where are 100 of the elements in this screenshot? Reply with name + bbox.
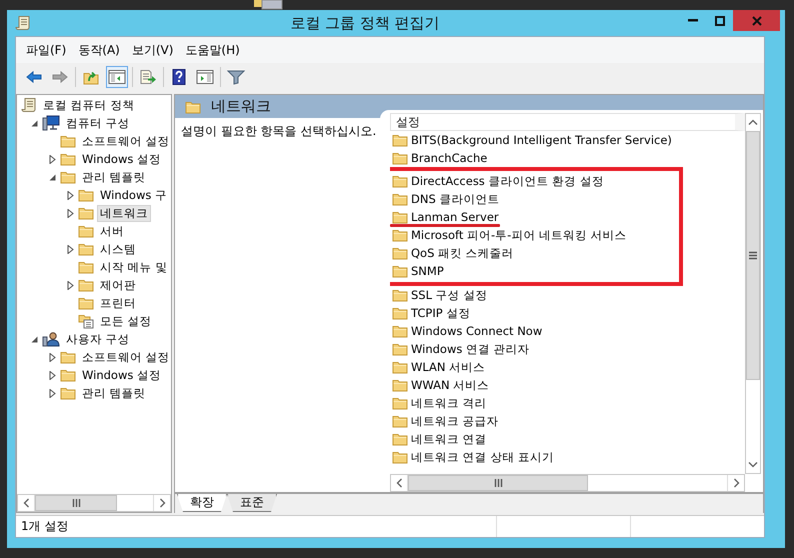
view-tab[interactable]: 표준 — [227, 494, 277, 512]
list-item[interactable]: Windows 연결 관리자 — [390, 340, 530, 358]
tree-item[interactable]: 시스템 — [97, 240, 139, 258]
scroll-left-icon[interactable] — [396, 478, 402, 488]
folder-icon — [60, 134, 76, 148]
folder-icon — [392, 151, 408, 165]
tree-item[interactable]: 소프트웨어 설정 — [79, 348, 171, 366]
list-item[interactable]: 네트워크 연결 상태 표시기 — [390, 448, 554, 466]
settings-folder-icon — [78, 313, 94, 329]
list-item[interactable]: Lanman Server — [390, 208, 499, 226]
list-item[interactable]: WWAN 서비스 — [390, 376, 490, 394]
list-item[interactable]: BITS(Background Intelligent Transfer Service) — [390, 131, 672, 149]
vertical-scrollbar[interactable] — [745, 113, 761, 474]
user-icon — [42, 331, 60, 347]
menu-item[interactable]: 파일(F) — [20, 42, 72, 58]
collapsed-arrow-icon[interactable] — [48, 370, 57, 380]
collapsed-arrow-icon[interactable] — [66, 280, 75, 290]
desktop-icon — [254, 0, 284, 10]
tree-item[interactable]: Windows 설정 — [79, 366, 164, 384]
tree-item[interactable]: 컴퓨터 구성 — [63, 114, 133, 132]
folder-icon — [60, 170, 76, 184]
tree-item[interactable]: 서버 — [97, 222, 127, 240]
list-item[interactable]: 네트워크 공급자 — [390, 412, 499, 430]
list-item[interactable]: TCPIP 설정 — [390, 304, 470, 322]
list-export-icon — [139, 69, 157, 85]
scroll-left-icon[interactable] — [22, 498, 30, 508]
help-icon — [171, 69, 187, 85]
folder-icon — [60, 152, 76, 166]
list-item[interactable]: Microsoft 피어-투-피어 네트워킹 서비스 — [390, 226, 627, 244]
folder-icon — [392, 414, 408, 428]
list-item[interactable]: BranchCache — [390, 149, 488, 167]
pane-icon — [196, 69, 214, 85]
folder-icon — [392, 133, 408, 147]
grip-icon — [72, 499, 80, 507]
tree-item[interactable]: 관리 템플릿 — [79, 168, 149, 186]
scroll-down-icon[interactable] — [748, 461, 758, 468]
folder-icon — [78, 260, 94, 274]
folder-icon — [392, 342, 408, 356]
collapsed-arrow-icon[interactable] — [48, 388, 57, 398]
list-item[interactable]: Windows Connect Now — [390, 322, 542, 340]
folder-icon — [392, 192, 408, 206]
folder-icon — [392, 306, 408, 320]
maximize-icon — [714, 16, 724, 26]
expanded-arrow-icon[interactable] — [48, 172, 57, 182]
list-item[interactable]: DNS 클라이언트 — [390, 190, 500, 208]
menu-item[interactable]: 보기(V) — [126, 42, 180, 58]
list-item[interactable]: 네트워크 격리 — [390, 394, 487, 412]
collapsed-arrow-icon[interactable] — [66, 208, 75, 218]
close-button[interactable] — [733, 10, 780, 31]
expanded-arrow-icon[interactable] — [30, 334, 39, 344]
tree-item[interactable]: 네트워크 — [97, 204, 151, 222]
folder-icon — [392, 450, 408, 464]
horizontal-scrollbar[interactable] — [17, 494, 171, 512]
folder-icon — [78, 278, 94, 292]
scroll-icon — [21, 97, 37, 113]
collapsed-arrow-icon[interactable] — [66, 244, 75, 254]
forward-arrow-icon — [52, 70, 68, 84]
folder-icon — [392, 228, 408, 242]
folder-icon — [392, 378, 408, 392]
list-item[interactable]: QoS 패킷 스케줄러 — [390, 244, 514, 262]
folder-icon — [392, 246, 408, 260]
filter-icon — [227, 69, 245, 85]
scroll-up-icon[interactable] — [748, 119, 758, 126]
scroll-right-icon[interactable] — [158, 498, 166, 508]
tree-item[interactable]: 사용자 구성 — [63, 330, 133, 348]
collapsed-arrow-icon[interactable] — [48, 352, 57, 362]
tree-item[interactable]: Windows 구 — [97, 186, 170, 204]
tree-item[interactable]: 로컬 컴퓨터 정책 — [40, 96, 138, 114]
collapsed-arrow-icon[interactable] — [48, 154, 57, 164]
tree-item[interactable]: 프린터 — [97, 294, 139, 312]
pane-title: 네트워크 — [211, 97, 271, 116]
status-text: 1개 설정 — [20, 518, 70, 535]
folder-icon — [392, 174, 408, 188]
tree-item[interactable]: 소프트웨어 설정 — [79, 132, 171, 150]
horizontal-scrollbar[interactable] — [390, 474, 745, 492]
list-item[interactable]: SSL 구성 설정 — [390, 286, 488, 304]
scroll-right-icon[interactable] — [732, 478, 740, 488]
folder-icon — [185, 100, 201, 114]
list-item[interactable]: 네트워크 연결 — [390, 430, 487, 448]
view-tab[interactable]: 확장 — [177, 494, 227, 512]
menu-item[interactable]: 도움말(H) — [179, 42, 246, 58]
tree-item[interactable]: 제어판 — [97, 276, 139, 294]
expanded-arrow-icon[interactable] — [30, 118, 39, 128]
folder-icon — [60, 350, 76, 364]
back-arrow-icon — [26, 70, 42, 84]
computer-icon — [42, 115, 60, 131]
tree-item[interactable]: 관리 템플릿 — [79, 384, 149, 402]
folder-icon — [392, 288, 408, 302]
tree-item[interactable]: 모든 설정 — [97, 312, 155, 330]
list-item[interactable]: WLAN 서비스 — [390, 358, 486, 376]
scroll-icon — [15, 15, 31, 31]
menu-item[interactable]: 동작(A) — [72, 42, 126, 58]
grip-icon — [494, 479, 502, 487]
collapsed-arrow-icon[interactable] — [66, 190, 75, 200]
folder-icon — [60, 368, 76, 382]
tree-item[interactable]: 시작 메뉴 및 — [97, 258, 170, 276]
list-item[interactable]: SNMP — [390, 262, 444, 280]
tree-item[interactable]: Windows 설정 — [79, 150, 164, 168]
list-item[interactable]: DirectAccess 클라이언트 환경 설정 — [390, 172, 604, 190]
folder-icon — [392, 360, 408, 374]
